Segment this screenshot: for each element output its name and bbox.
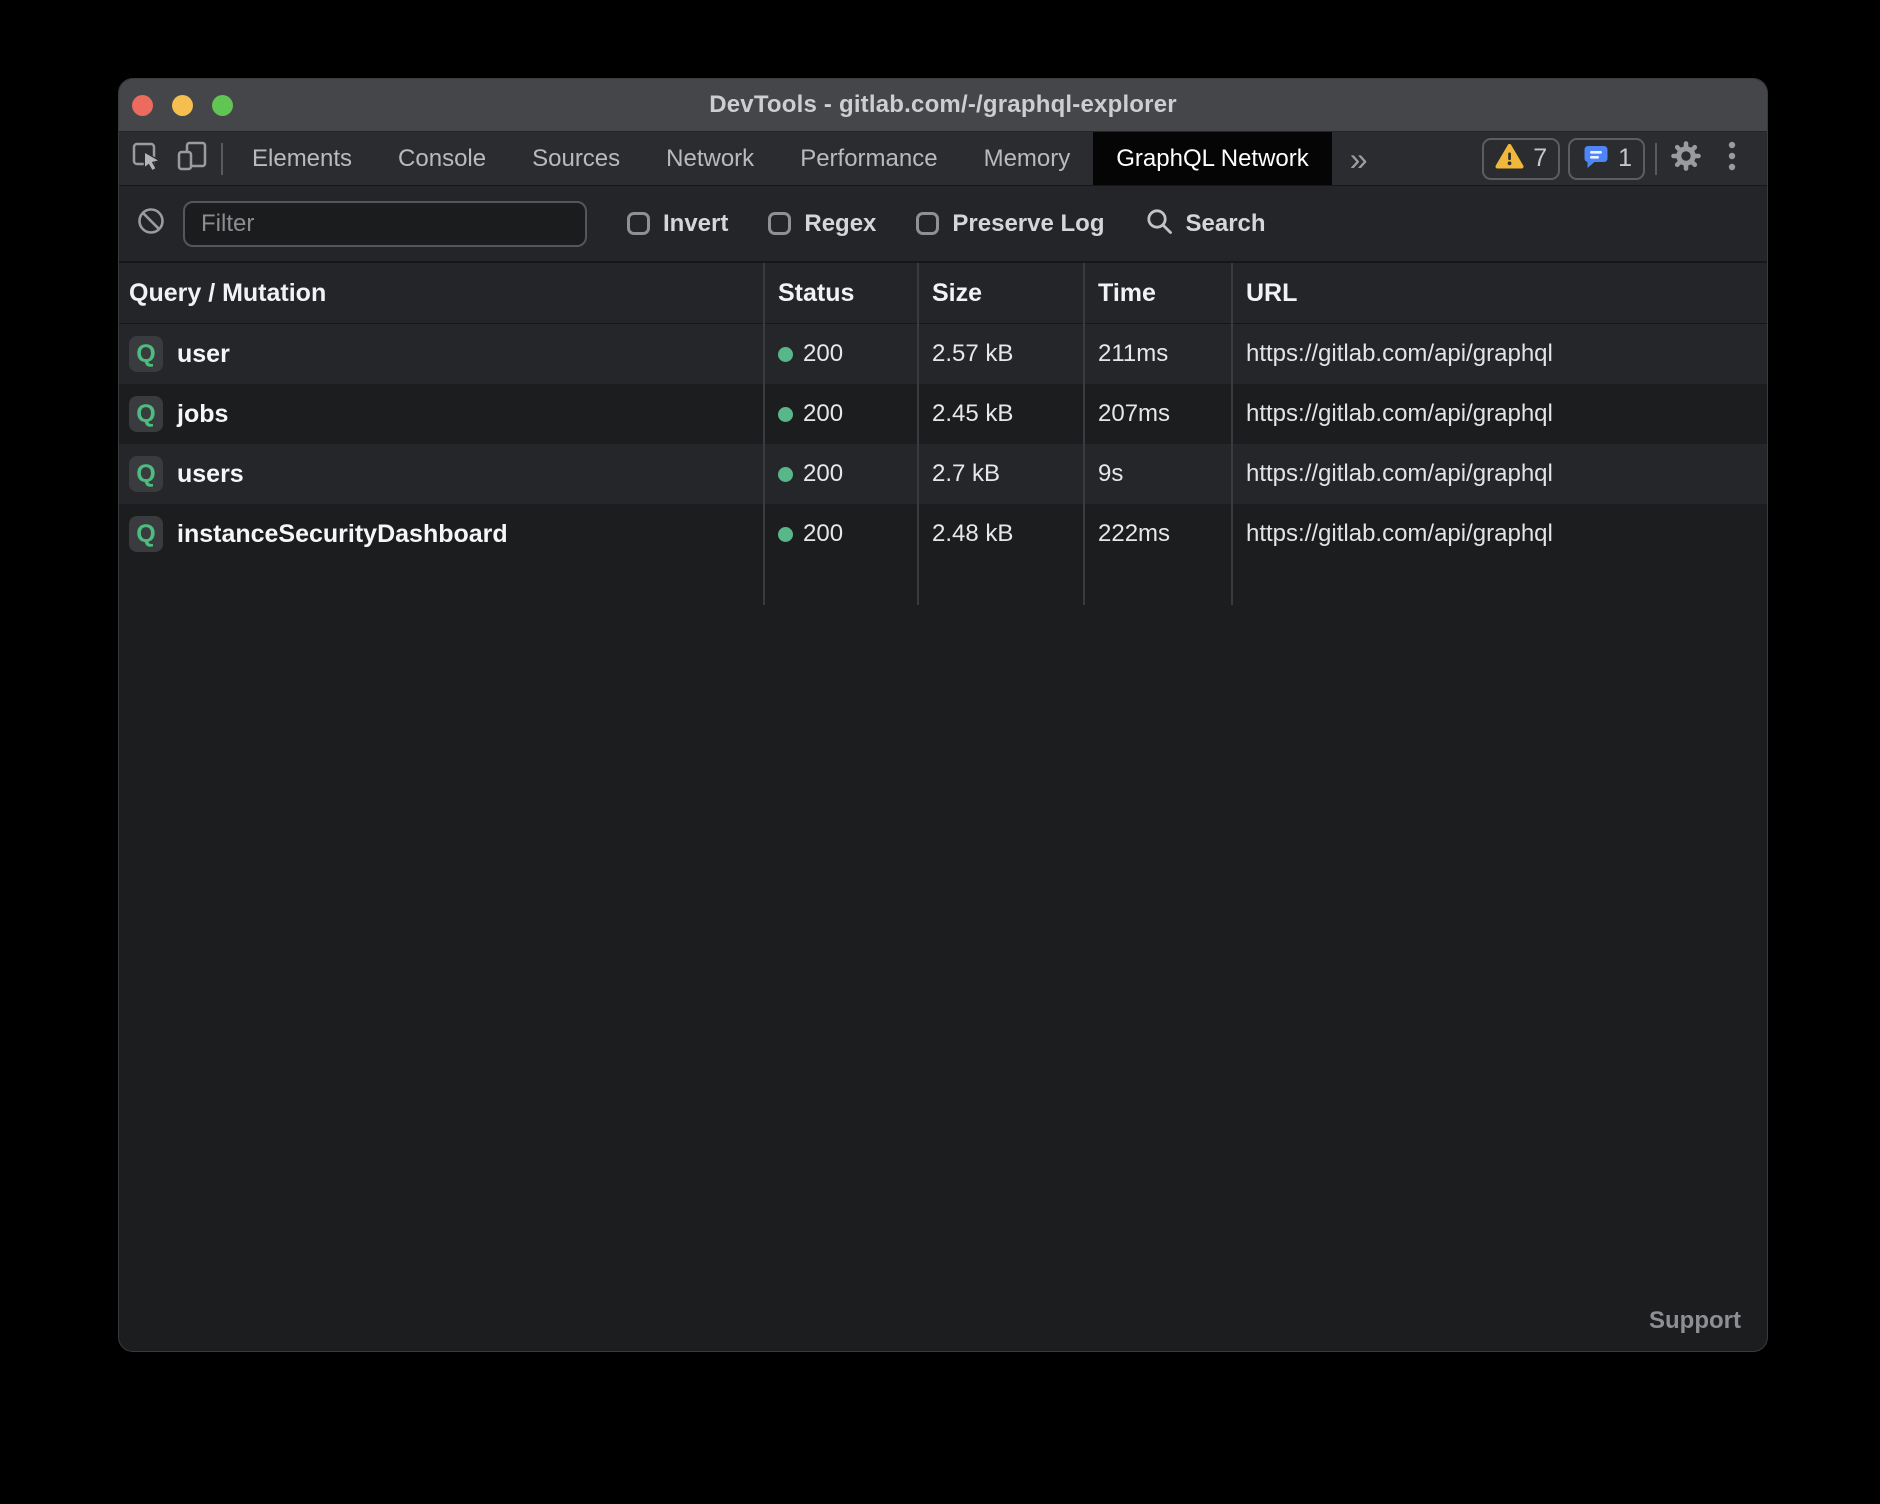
window-title: DevTools - gitlab.com/-/graphql-explorer <box>119 91 1767 119</box>
request-url: https://gitlab.com/api/graphql <box>1232 340 1767 368</box>
settings-button[interactable] <box>1663 139 1709 178</box>
search-icon <box>1144 206 1174 241</box>
minimize-window-button[interactable] <box>172 95 193 116</box>
status-ok-dot <box>778 347 793 362</box>
tab-performance[interactable]: Performance <box>777 132 960 185</box>
request-size: 2.45 kB <box>918 400 1084 428</box>
warnings-count: 7 <box>1533 144 1547 173</box>
desktop-background: DevTools - gitlab.com/-/graphql-explorer <box>0 0 1880 1504</box>
tab-graphql-network[interactable]: GraphQL Network <box>1093 132 1332 185</box>
search-label: Search <box>1185 210 1265 238</box>
tabbar-separator-2 <box>1655 143 1657 175</box>
query-name: jobs <box>177 400 228 429</box>
issues-badge[interactable]: 1 <box>1568 138 1645 180</box>
devtools-tabbar: Elements Console Sources Network Perform… <box>119 132 1767 186</box>
status-code: 200 <box>803 400 843 428</box>
column-header-size[interactable]: Size <box>918 279 1084 308</box>
request-url: https://gitlab.com/api/graphql <box>1232 460 1767 488</box>
table-row[interactable]: Q instanceSecurityDashboard 200 2.48 kB … <box>119 504 1767 564</box>
invert-checkbox[interactable] <box>627 212 650 235</box>
tabbar-separator <box>221 143 223 175</box>
request-size: 2.48 kB <box>918 520 1084 548</box>
status-code: 200 <box>803 340 843 368</box>
status-code: 200 <box>803 520 843 548</box>
tab-console[interactable]: Console <box>375 132 509 185</box>
query-type-badge: Q <box>129 456 163 492</box>
tab-memory[interactable]: Memory <box>961 132 1094 185</box>
table-row[interactable]: Q users 200 2.7 kB 9s https://gitlab.com… <box>119 444 1767 504</box>
table-row[interactable]: Q jobs 200 2.45 kB 207ms https://gitlab.… <box>119 384 1767 444</box>
column-header-status[interactable]: Status <box>764 279 918 308</box>
status-ok-dot <box>778 407 793 422</box>
query-type-badge: Q <box>129 516 163 552</box>
column-header-query-mutation[interactable]: Query / Mutation <box>119 279 764 308</box>
column-header-time[interactable]: Time <box>1084 279 1232 308</box>
request-url: https://gitlab.com/api/graphql <box>1232 520 1767 548</box>
tab-sources[interactable]: Sources <box>509 132 643 185</box>
inspect-cursor-icon <box>129 139 163 178</box>
search-button[interactable]: Search <box>1144 206 1265 241</box>
invert-label: Invert <box>663 210 728 238</box>
query-type-badge: Q <box>129 336 163 372</box>
regex-checkbox-group[interactable]: Regex <box>768 210 876 238</box>
message-bubble-icon <box>1581 142 1609 175</box>
tabbar-spacer <box>1386 132 1483 185</box>
request-url: https://gitlab.com/api/graphql <box>1232 400 1767 428</box>
status-ok-dot <box>778 527 793 542</box>
tab-network[interactable]: Network <box>643 132 777 185</box>
warning-triangle-icon <box>1495 143 1524 175</box>
support-link[interactable]: Support <box>1649 1307 1741 1335</box>
three-dot-menu-icon <box>1728 140 1736 177</box>
more-tabs-button[interactable]: » <box>1332 132 1386 185</box>
preserve-log-checkbox-group[interactable]: Preserve Log <box>916 210 1104 238</box>
window-titlebar[interactable]: DevTools - gitlab.com/-/graphql-explorer <box>119 79 1767 132</box>
regex-checkbox[interactable] <box>768 212 791 235</box>
query-name: users <box>177 460 244 489</box>
column-header-url[interactable]: URL <box>1232 279 1767 308</box>
request-time: 222ms <box>1084 520 1232 548</box>
request-size: 2.57 kB <box>918 340 1084 368</box>
traffic-lights <box>132 79 233 131</box>
devtools-window: DevTools - gitlab.com/-/graphql-explorer <box>118 78 1768 1352</box>
zoom-window-button[interactable] <box>212 95 233 116</box>
filter-toolbar: Invert Regex Preserve Log Search <box>119 186 1767 263</box>
status-code: 200 <box>803 460 843 488</box>
table-header-row: Query / Mutation Status Size Time URL <box>119 263 1767 324</box>
request-time: 9s <box>1084 460 1232 488</box>
request-time: 207ms <box>1084 400 1232 428</box>
request-time: 211ms <box>1084 340 1232 368</box>
status-ok-dot <box>778 467 793 482</box>
gear-icon <box>1669 139 1703 178</box>
inspect-element-button[interactable] <box>123 132 169 185</box>
invert-checkbox-group[interactable]: Invert <box>627 210 728 238</box>
clear-requests-button[interactable] <box>135 205 167 242</box>
block-icon <box>135 205 167 242</box>
requests-table: Query / Mutation Status Size Time URL Q … <box>119 263 1767 564</box>
issues-count: 1 <box>1618 144 1632 173</box>
request-size: 2.7 kB <box>918 460 1084 488</box>
query-name: instanceSecurityDashboard <box>177 520 508 549</box>
warnings-badge[interactable]: 7 <box>1482 138 1560 180</box>
query-type-badge: Q <box>129 396 163 432</box>
device-toolbar-button[interactable] <box>169 132 215 185</box>
device-toolbar-icon <box>174 139 210 178</box>
preserve-log-checkbox[interactable] <box>916 212 939 235</box>
filter-input[interactable] <box>183 201 587 247</box>
query-name: user <box>177 340 230 369</box>
tab-elements[interactable]: Elements <box>229 132 375 185</box>
kebab-menu-button[interactable] <box>1709 140 1755 177</box>
table-row[interactable]: Q user 200 2.57 kB 211ms https://gitlab.… <box>119 324 1767 384</box>
preserve-log-label: Preserve Log <box>952 210 1104 238</box>
regex-label: Regex <box>804 210 876 238</box>
close-window-button[interactable] <box>132 95 153 116</box>
